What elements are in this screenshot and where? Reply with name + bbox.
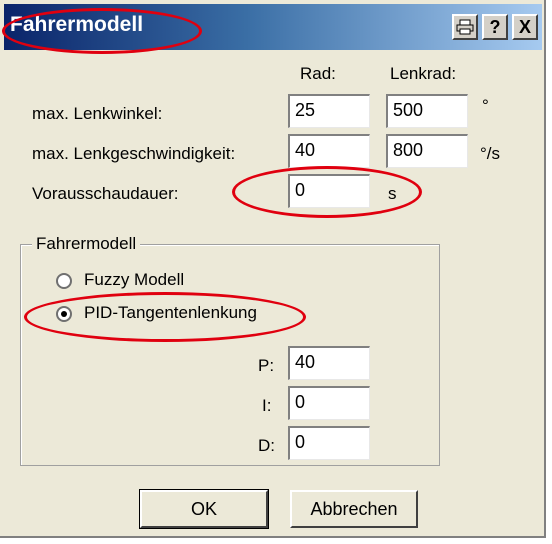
max-angle-unit: ° [482, 96, 489, 115]
ok-button[interactable]: OK [139, 489, 269, 529]
annotation-ellipse-pid [24, 292, 306, 342]
i-label: I: [262, 396, 272, 415]
max-angle-wheel-input[interactable]: 25 [288, 94, 370, 128]
annotation-ellipse-lookahead [232, 166, 422, 218]
d-input[interactable]: 0 [288, 426, 370, 460]
printer-icon[interactable] [452, 14, 478, 40]
dialog-window: Fahrermodell ? X Rad: Lenkrad: max. Lenk… [0, 0, 546, 538]
lookahead-label: Vorausschaudauer: [32, 184, 179, 203]
cancel-button[interactable]: Abbrechen [290, 490, 418, 528]
p-input[interactable]: 40 [288, 346, 370, 380]
fuzzy-model-radio[interactable] [56, 273, 72, 289]
groupbox-title: Fahrermodell [32, 234, 141, 254]
i-input[interactable]: 0 [288, 386, 370, 420]
fuzzy-model-label[interactable]: Fuzzy Modell [84, 270, 184, 290]
d-label: D: [258, 436, 275, 455]
max-speed-unit: °/s [480, 144, 501, 163]
max-angle-label: max. Lenkwinkel: [32, 104, 163, 123]
p-label: P: [258, 356, 275, 375]
close-button[interactable]: X [512, 14, 538, 40]
column-header-steering-wheel: Lenkrad: [390, 64, 457, 83]
max-speed-wheel-input[interactable]: 40 [288, 134, 370, 168]
max-speed-steer-input[interactable]: 800 [386, 134, 468, 168]
max-speed-label: max. Lenkgeschwindigkeit: [32, 144, 236, 163]
help-button[interactable]: ? [482, 14, 508, 40]
annotation-ellipse-title [2, 8, 202, 54]
driver-model-groupbox [20, 244, 440, 466]
column-header-wheel: Rad: [300, 64, 336, 83]
max-angle-steer-input[interactable]: 500 [386, 94, 468, 128]
